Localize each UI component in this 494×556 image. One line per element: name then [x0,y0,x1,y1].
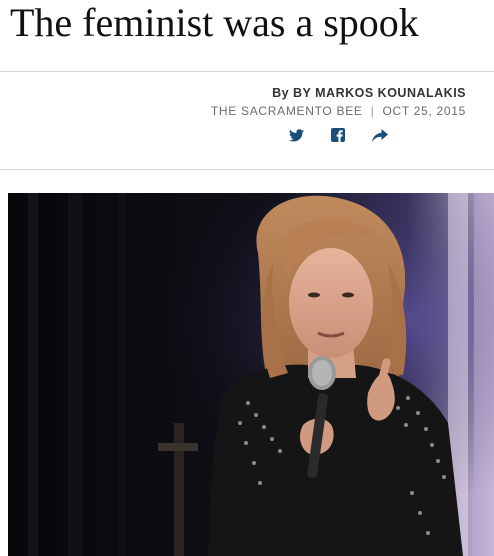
author-byline: By BY MARKOS KOUNALAKIS [272,86,466,100]
article-photo[interactable] [8,193,494,556]
photo-speaker-with-microphone [8,193,494,556]
twitter-share-button[interactable] [286,125,306,145]
header-divider [0,71,494,72]
share-arrow-icon [372,128,388,142]
publish-date: OCT 25, 2015 [382,104,466,118]
share-button[interactable] [370,125,390,145]
source-date-line: THE SACRAMENTO BEE | OCT 25, 2015 [211,102,466,120]
article-meta: By BY MARKOS KOUNALAKIS THE SACRAMENTO B… [211,84,466,120]
share-bar [286,125,390,145]
meta-divider [0,169,494,170]
facebook-share-button[interactable] [328,125,348,145]
facebook-icon [331,128,345,142]
article-headline: The feminist was a spook [10,0,419,45]
meta-separator: | [370,104,375,118]
twitter-icon [288,128,304,141]
publication-name[interactable]: THE SACRAMENTO BEE [211,104,363,118]
